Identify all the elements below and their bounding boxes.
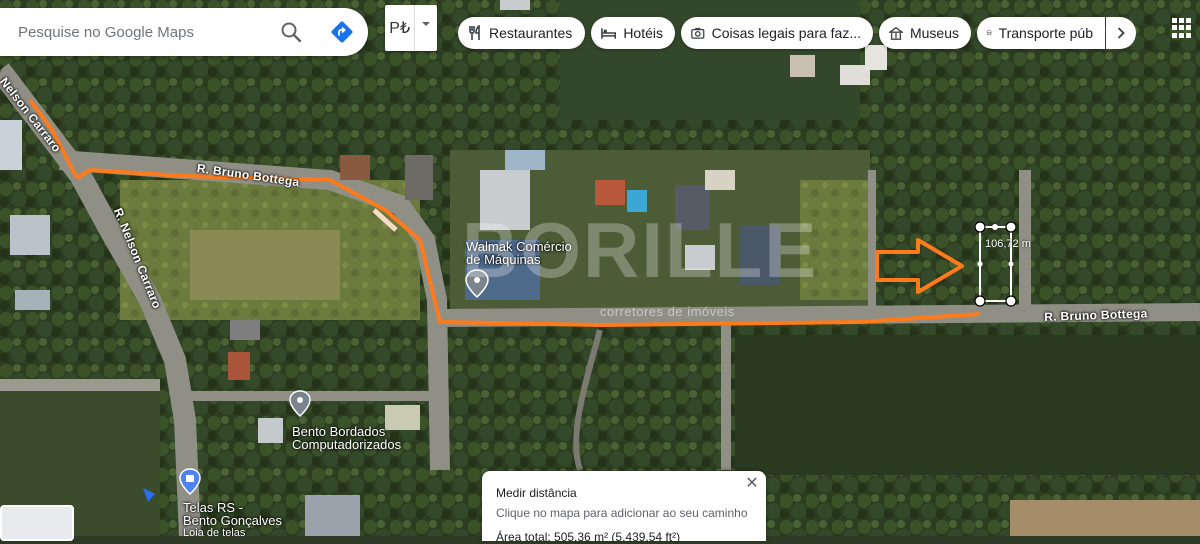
search-input[interactable]	[16, 22, 270, 42]
chip-transporte[interactable]: Transporte púb	[977, 17, 1105, 49]
search-icon[interactable]	[279, 20, 303, 44]
bus-icon	[987, 30, 992, 36]
museum-icon	[889, 26, 903, 40]
panel-title: Medir distância	[496, 486, 577, 500]
close-icon[interactable]: ✕	[744, 475, 760, 492]
chip-label: Transporte púb	[998, 25, 1093, 41]
search-box	[0, 8, 368, 56]
chip-label: Restaurantes	[489, 25, 573, 41]
apps-grid-icon[interactable]	[1172, 18, 1192, 38]
poi-name-line: Bento Gonçalves	[183, 513, 283, 528]
poi-label-bento-bordados[interactable]: Bento Bordados Computadorizados	[292, 425, 401, 451]
chevron-down-icon[interactable]	[415, 5, 437, 51]
bed-icon	[601, 28, 617, 39]
layer-glyph: P₺	[385, 5, 416, 51]
chip-coisas-legais[interactable]: Coisas legais para faz...	[681, 17, 873, 49]
poi-name-line: Computadorizados	[292, 437, 402, 452]
chip-restaurantes[interactable]: Restaurantes	[458, 17, 585, 49]
poi-label-telas-rs[interactable]: Telas RS - Bento Gonçalves Loja de telas	[183, 501, 282, 536]
panel-hint: Clique no mapa para adicionar ao seu cam…	[496, 506, 748, 520]
category-chips: Restaurantes Hotéis Coisas legais para f…	[458, 17, 1105, 49]
chip-label: Museus	[909, 25, 959, 41]
fork-knife-icon	[469, 25, 480, 40]
panel-total-area: Área total: 505,36 m² (5.439,54 ft²)	[496, 530, 681, 544]
layer-selector[interactable]: P₺	[385, 5, 437, 51]
chip-label: Coisas legais para faz...	[711, 25, 861, 41]
watermark-brand: BORILLE	[462, 206, 819, 294]
chip-hoteis[interactable]: Hotéis	[591, 17, 675, 49]
camera-icon	[691, 27, 705, 39]
map-canvas[interactable]: R. Nelson Carraro R. Nelson Carraro R. B…	[0, 0, 1200, 536]
watermark-tagline: corretores de imóveis	[600, 304, 735, 319]
directions-icon[interactable]	[330, 20, 354, 44]
poi-name-line: Loja de telas	[183, 527, 246, 536]
chip-label: Hotéis	[623, 25, 663, 41]
chip-museus[interactable]: Museus	[879, 17, 971, 49]
measure-distance-panel: Medir distância Clique no mapa para adic…	[482, 471, 766, 544]
measurement-label: 106,72 m	[985, 238, 1031, 250]
